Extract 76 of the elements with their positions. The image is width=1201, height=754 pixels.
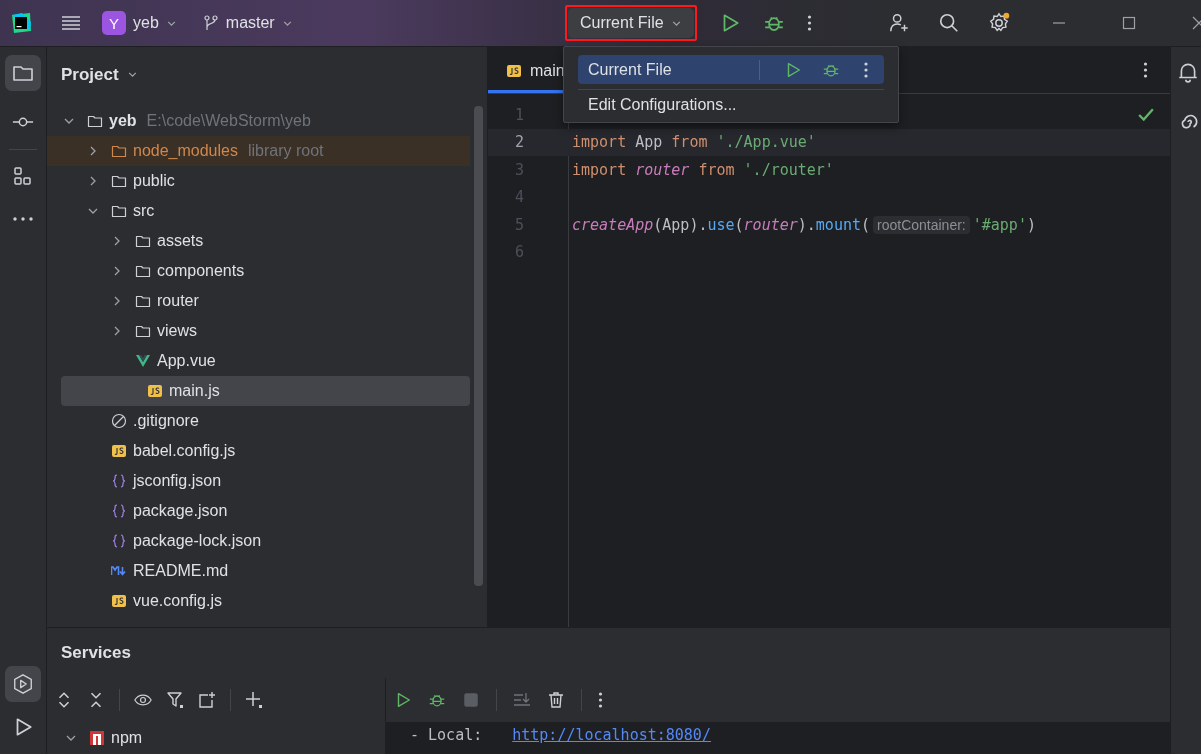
- tree-item[interactable]: .gitignore: [47, 406, 470, 436]
- bell-icon[interactable]: [1177, 61, 1199, 83]
- folder-icon: [135, 263, 151, 279]
- filter-icon[interactable]: [166, 691, 184, 709]
- search-icon[interactable]: [938, 12, 960, 34]
- tree-item[interactable]: node_modules library root: [47, 136, 470, 166]
- tree-item[interactable]: vue.config.js: [47, 586, 470, 616]
- folder-icon: [111, 143, 127, 159]
- scroll-to-end-icon[interactable]: [513, 691, 531, 709]
- tree-item[interactable]: package-lock.json: [47, 526, 470, 556]
- braces-icon: [111, 533, 127, 549]
- more-options-icon[interactable]: [1143, 61, 1148, 79]
- app-logo-icon[interactable]: [10, 12, 32, 34]
- settings-icon[interactable]: [988, 12, 1010, 34]
- js-file-icon: [506, 62, 522, 79]
- letter-badge: Y: [102, 11, 126, 35]
- prohibited-icon: [111, 413, 127, 429]
- npm-logo-icon: [89, 730, 105, 746]
- tree-item[interactable]: jsconfig.json: [47, 466, 470, 496]
- menu-item[interactable]: Edit Configurations...: [578, 91, 884, 119]
- code-line: import App from './App.vue': [572, 133, 816, 152]
- project-view-selector[interactable]: Project: [55, 63, 144, 86]
- folder-icon: [135, 323, 151, 339]
- folder-icon: [111, 173, 127, 189]
- code-line: createApp(App).use(router).mount( rootContainer: '#app'): [572, 215, 1036, 234]
- project-tool-button[interactable]: [5, 55, 41, 91]
- more-options-icon[interactable]: [598, 691, 603, 709]
- js-file-icon: [147, 383, 163, 399]
- panel-title: Services: [61, 643, 131, 663]
- maximize-icon[interactable]: [1122, 16, 1136, 30]
- js-file-icon: [111, 593, 127, 609]
- note-label: library root: [247, 142, 324, 160]
- folder-icon: [111, 203, 127, 219]
- workspace-dropdown[interactable]: Y yeb: [96, 7, 183, 39]
- more-options-icon: [864, 60, 868, 79]
- menu-item[interactable]: Current File: [578, 55, 884, 84]
- branch-icon: [202, 15, 219, 31]
- trash-icon[interactable]: [547, 691, 565, 709]
- parameter-hint: rootContainer:: [873, 215, 970, 234]
- add-group-icon[interactable]: [198, 691, 216, 709]
- tree-item[interactable]: router: [47, 286, 470, 316]
- checkmark-icon: [1138, 108, 1154, 122]
- add-icon[interactable]: [245, 691, 263, 709]
- tree-item[interactable]: package.json: [47, 496, 470, 526]
- folder-icon: [87, 113, 103, 129]
- folder-icon: [135, 233, 151, 249]
- tree-item[interactable]: babel.config.js: [47, 436, 470, 466]
- tree-item[interactable]: npm: [47, 722, 385, 754]
- console-text: - Local:: [410, 726, 483, 744]
- line-number: 2: [513, 133, 524, 152]
- tree-item[interactable]: main.js: [61, 376, 470, 406]
- more-options-icon[interactable]: [806, 14, 812, 32]
- tree-item[interactable]: App.vue: [47, 346, 470, 376]
- markdown-icon: [111, 563, 127, 579]
- code-line: import router from './router': [572, 160, 834, 179]
- structure-icon[interactable]: [12, 166, 34, 188]
- braces-icon: [111, 473, 127, 489]
- branch-selector[interactable]: master: [196, 10, 299, 36]
- js-file-icon: [111, 443, 127, 459]
- url-link[interactable]: http://localhost:8080/: [512, 726, 711, 744]
- tree-item[interactable]: README.md: [47, 556, 470, 586]
- services-icon: [12, 673, 34, 695]
- tree-item[interactable]: components: [47, 256, 470, 286]
- path-label: E:\code\WebStorm\yeb: [146, 112, 311, 130]
- services-tool-button[interactable]: [5, 666, 41, 702]
- tree-item[interactable]: yeb E:\code\WebStorm\yeb: [47, 106, 470, 136]
- tree-item[interactable]: assets: [47, 226, 470, 256]
- run-configuration-dropdown[interactable]: Current File: [568, 8, 694, 38]
- tree-item[interactable]: views: [47, 316, 470, 346]
- add-user-icon[interactable]: [888, 12, 910, 34]
- scrollbar[interactable]: [474, 106, 483, 586]
- tree-item[interactable]: public: [47, 166, 470, 196]
- folder-icon: [135, 293, 151, 309]
- vue-logo-icon: [135, 353, 151, 369]
- tree-item[interactable]: src: [47, 196, 470, 226]
- braces-icon: [111, 503, 127, 519]
